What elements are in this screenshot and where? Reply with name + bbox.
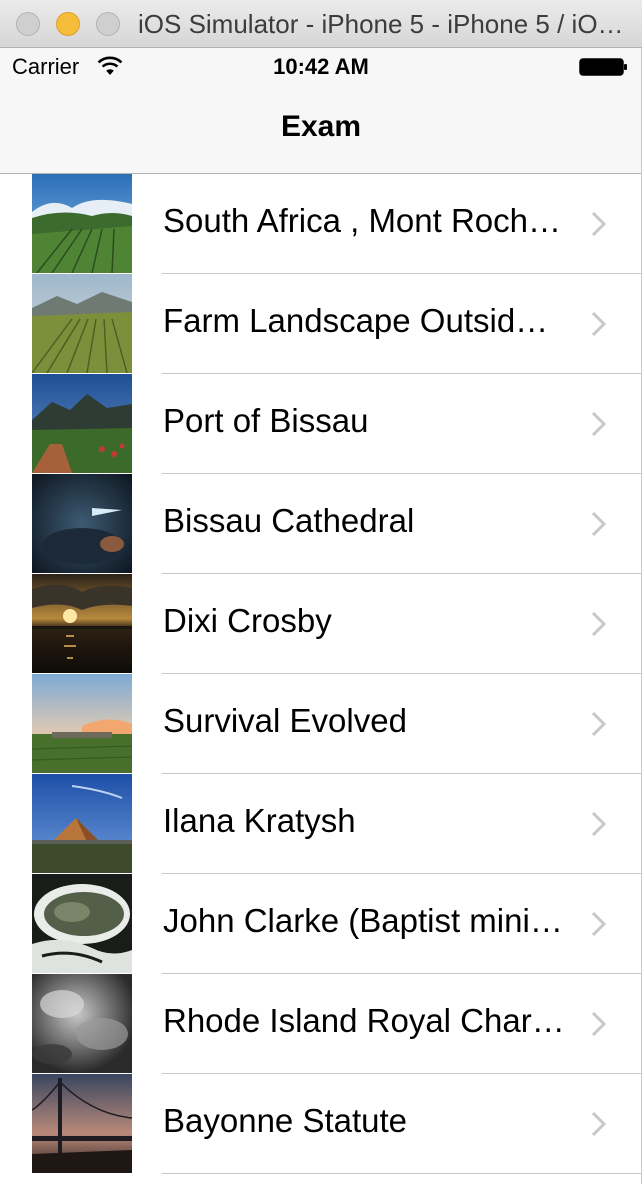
chevron-right-icon — [591, 211, 607, 237]
status-bar: Carrier 10:42 AM — [0, 48, 642, 88]
row-title: John Clarke (Baptist minister) — [163, 902, 565, 939]
table-row[interactable]: Rhode Island Royal Charter — [0, 974, 642, 1074]
row-title: Farm Landscape Outside Stellenbosch — [163, 302, 565, 339]
table-row[interactable]: Bissau Cathedral — [0, 474, 642, 574]
window-titlebar[interactable]: iOS Simulator - iPhone 5 - iPhone 5 / iO… — [0, 0, 642, 48]
window-title: iOS Simulator - iPhone 5 - iPhone 5 / iO… — [138, 9, 633, 39]
chevron-right-icon — [591, 1011, 607, 1037]
chevron-right-icon — [591, 911, 607, 937]
table-row[interactable]: Ilana Kratysh — [0, 774, 642, 874]
thumbnail-image — [32, 274, 132, 373]
battery-icon — [579, 58, 627, 76]
navigation-bar: Exam — [0, 88, 642, 174]
row-title: Survival Evolved — [163, 702, 407, 739]
chevron-right-icon — [591, 811, 607, 837]
thumbnail-image — [32, 574, 132, 673]
thumbnail-image — [32, 974, 132, 1073]
thumbnail-image — [32, 874, 132, 973]
zoom-window-button[interactable] — [96, 12, 120, 36]
page-title: Exam — [280, 110, 362, 143]
minimize-window-button[interactable] — [56, 12, 80, 36]
row-title: Bissau Cathedral — [163, 502, 415, 539]
row-title: Dixi Crosby — [163, 602, 332, 639]
chevron-right-icon — [591, 511, 607, 537]
close-window-button[interactable] — [16, 12, 40, 36]
row-separator — [162, 1173, 642, 1174]
chevron-right-icon — [591, 311, 607, 337]
chevron-right-icon — [591, 711, 607, 737]
status-time: 10:42 AM — [273, 54, 369, 79]
row-title: Port of Bissau — [163, 402, 369, 439]
row-title: Bayonne Statute — [163, 1102, 408, 1139]
table-row[interactable]: John Clarke (Baptist minister) — [0, 874, 642, 974]
table-row[interactable]: South Africa , Mont Rochelle — [0, 174, 642, 274]
table-row[interactable]: Bayonne Statute — [0, 1074, 642, 1174]
table-row[interactable]: Survival Evolved — [0, 674, 642, 774]
chevron-right-icon — [591, 1111, 607, 1137]
simulator-window: iOS Simulator - iPhone 5 - iPhone 5 / iO… — [0, 0, 642, 1184]
thumbnail-image — [32, 174, 132, 273]
row-title: South Africa , Mont Rochelle — [163, 202, 565, 239]
table-row[interactable]: Port of Bissau — [0, 374, 642, 474]
thumbnail-image — [32, 374, 132, 473]
thumbnail-image — [32, 674, 132, 773]
row-title: Rhode Island Royal Charter — [163, 1002, 565, 1039]
thumbnail-image — [32, 474, 132, 573]
thumbnail-image — [32, 774, 132, 873]
thumbnail-image — [32, 1074, 132, 1173]
table-row[interactable]: Farm Landscape Outside Stellenbosch — [0, 274, 642, 374]
row-title: Ilana Kratysh — [163, 802, 356, 839]
chevron-right-icon — [591, 611, 607, 637]
table-row[interactable]: Dixi Crosby — [0, 574, 642, 674]
table-view[interactable]: South Africa , Mont Rochelle Farm Landsc… — [0, 174, 642, 1184]
chevron-right-icon — [591, 411, 607, 437]
